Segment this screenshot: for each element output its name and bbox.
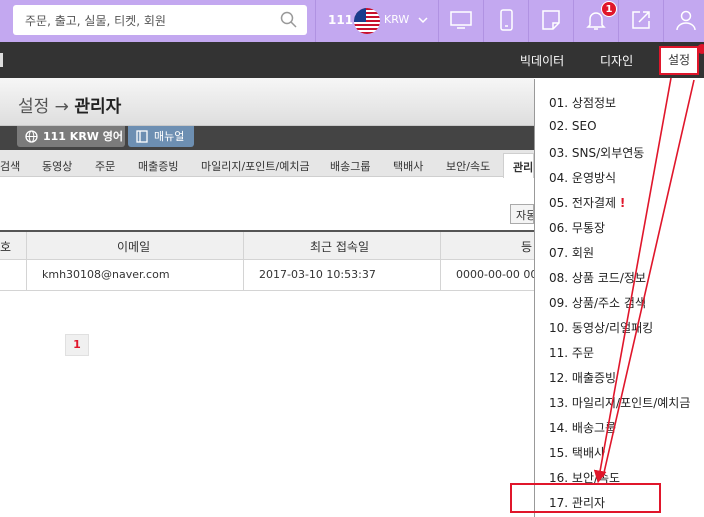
account-button[interactable] <box>664 0 704 42</box>
highlight-dot <box>697 44 704 54</box>
menu-item-operation[interactable]: 04. 운영방식 <box>549 169 616 186</box>
tab-admin[interactable]: 관리자 <box>503 153 534 178</box>
admin-highlight-box <box>510 483 661 513</box>
site-selector-pill[interactable]: 111 KRW 영어 <box>17 126 125 147</box>
menu-item-bank-transfer[interactable]: 06. 무통장 <box>549 219 605 236</box>
mobile-view-button[interactable] <box>484 0 528 42</box>
us-flag-icon <box>354 8 380 34</box>
warning-mark: ! <box>619 196 626 210</box>
menu-item-mileage[interactable]: 13. 마일리지/포인트/예치금 <box>549 394 690 411</box>
search-placeholder: 주문, 출고, 실물, 티켓, 회원 <box>25 14 166 28</box>
desktop-view-button[interactable] <box>439 0 483 42</box>
notification-badge: 1 <box>601 1 617 17</box>
tab-sales-proof[interactable]: 매출증빙 <box>138 158 178 174</box>
menu-item-seo[interactable]: 02. SEO <box>549 119 597 133</box>
auto-button[interactable]: 자동 <box>510 204 534 224</box>
external-link-icon <box>632 11 650 29</box>
column-header-last-login: 최근 접속일 <box>310 240 370 254</box>
settings-tabs: 검색 동영상 주문 매출증빙 마일리지/포인트/예치금 배송그룹 택배사 보안/… <box>0 150 534 177</box>
tab-order[interactable]: 주문 <box>95 158 115 174</box>
menu-item-sales-proof[interactable]: 12. 매출증빙 <box>549 369 616 386</box>
mobile-icon <box>500 9 513 31</box>
breadcrumb-parent: 설정 → <box>18 97 69 117</box>
column-header-email: 이메일 <box>117 240 151 254</box>
breadcrumb-current: 관리자 <box>74 97 122 117</box>
column-divider <box>26 232 27 291</box>
column-divider <box>243 232 244 291</box>
main-nav: 빅데이터 디자인 설정 <box>0 42 704 78</box>
monitor-icon <box>450 11 472 29</box>
nav-item-design[interactable]: 디자인 <box>600 52 633 69</box>
column-header-registered: 등 <box>521 240 533 254</box>
menu-item-product-code[interactable]: 08. 상품 코드/정보 <box>549 269 646 286</box>
manual-label: 매뉴얼 <box>154 130 185 143</box>
open-store-button[interactable] <box>619 0 663 42</box>
cell-registered: 0000-00-00 00 <box>456 268 538 281</box>
table-header: 호 이메일 최근 접속일 등 <box>0 230 534 260</box>
menu-item-sns[interactable]: 03. SNS/외부연동 <box>549 144 644 161</box>
menu-item-store-info[interactable]: 01. 상점정보 <box>549 94 616 111</box>
region-selector[interactable]: 111 KRW <box>316 0 438 42</box>
nav-item-settings[interactable]: 설정 <box>659 46 699 75</box>
tab-search[interactable]: 검색 <box>0 158 20 174</box>
tab-video[interactable]: 동영상 <box>42 158 72 174</box>
cell-email: kmh30108@naver.com <box>42 268 170 281</box>
search-input[interactable]: 주문, 출고, 실물, 티켓, 회원 <box>13 5 307 35</box>
nav-item-bigdata[interactable]: 빅데이터 <box>520 52 564 69</box>
menu-item-member[interactable]: 07. 회원 <box>549 244 594 261</box>
chevron-down-icon <box>418 17 428 24</box>
region-number: 111 <box>328 13 354 27</box>
top-bar: 주문, 출고, 실물, 티켓, 회원 111 KRW 1 <box>0 0 704 42</box>
tab-mileage[interactable]: 마일리지/포인트/예치금 <box>201 158 310 174</box>
menu-item-payment-label: 05. 전자결제 <box>549 196 617 210</box>
site-label: 111 KRW 영어 <box>43 130 123 143</box>
currency-label: KRW <box>384 13 410 26</box>
page-title: 설정 → 관리자 <box>18 92 121 117</box>
pagination-current[interactable]: 1 <box>65 334 89 356</box>
menu-item-product-search[interactable]: 09. 상품/주소 검색 <box>549 294 646 311</box>
menu-item-video[interactable]: 10. 동영상/리얼패킹 <box>549 319 653 336</box>
memo-button[interactable] <box>529 0 573 42</box>
cell-last-login: 2017-03-10 10:53:37 <box>259 268 376 281</box>
menu-item-order[interactable]: 11. 주문 <box>549 344 594 361</box>
menu-item-courier[interactable]: 15. 택배사 <box>549 444 605 461</box>
page-header: 설정 → 관리자 <box>0 78 534 126</box>
book-icon <box>136 130 148 143</box>
column-header: 호 <box>0 240 12 254</box>
tab-courier[interactable]: 택배사 <box>393 158 423 174</box>
column-divider <box>440 232 441 291</box>
table-row[interactable]: kmh30108@naver.com 2017-03-10 10:53:37 0… <box>0 261 538 291</box>
user-icon <box>676 10 696 31</box>
note-icon <box>542 10 560 30</box>
menu-item-payment[interactable]: 05. 전자결제 ! <box>549 194 625 211</box>
tab-security[interactable]: 보안/속도 <box>446 158 490 174</box>
menu-item-shipping-group[interactable]: 14. 배송그룹 <box>549 419 616 436</box>
manual-button[interactable]: 매뉴얼 <box>128 126 194 147</box>
nav-edge <box>0 53 3 67</box>
globe-icon <box>25 130 38 143</box>
search-icon[interactable] <box>280 11 297 28</box>
tab-shipping-group[interactable]: 배송그룹 <box>330 158 370 174</box>
